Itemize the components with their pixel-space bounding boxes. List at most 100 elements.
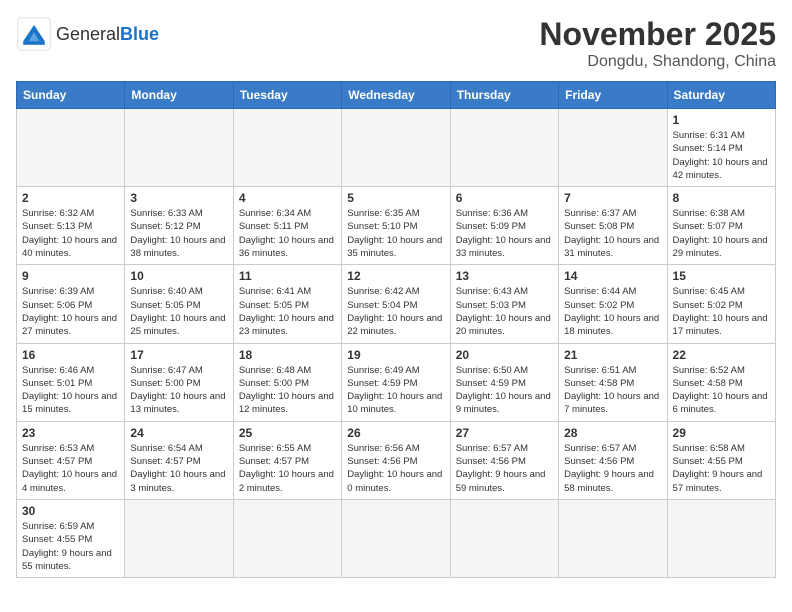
day-number: 11 xyxy=(239,269,336,283)
page-header: GeneralBlue November 2025 Dongdu, Shando… xyxy=(16,16,776,71)
day-number: 10 xyxy=(130,269,227,283)
calendar-cell: 2 Sunrise: 6:32 AMSunset: 5:13 PMDaylight… xyxy=(17,187,125,265)
calendar-cell: 4Sunrise: 6:34 AMSunset: 5:11 PMDaylight… xyxy=(233,187,341,265)
calendar: SundayMondayTuesdayWednesdayThursdayFrid… xyxy=(16,81,776,578)
day-info: Sunrise: 6:53 AMSunset: 4:57 PMDaylight:… xyxy=(22,442,119,495)
day-info: Sunrise: 6:36 AMSunset: 5:09 PMDaylight:… xyxy=(456,207,553,260)
day-info: Sunrise: 6:57 AMSunset: 4:56 PMDaylight:… xyxy=(456,442,553,495)
calendar-cell: 16Sunrise: 6:46 AMSunset: 5:01 PMDayligh… xyxy=(17,343,125,421)
calendar-cell xyxy=(125,109,233,187)
day-info: Sunrise: 6:46 AMSunset: 5:01 PMDaylight:… xyxy=(22,364,119,417)
day-number: 30 xyxy=(22,504,119,518)
day-number: 5 xyxy=(347,191,444,205)
day-number: 24 xyxy=(130,426,227,440)
day-number: 19 xyxy=(347,348,444,362)
calendar-cell: 7Sunrise: 6:37 AMSunset: 5:08 PMDaylight… xyxy=(559,187,667,265)
day-info: Sunrise: 6:52 AMSunset: 4:58 PMDaylight:… xyxy=(673,364,770,417)
day-info: Sunrise: 6:44 AMSunset: 5:02 PMDaylight:… xyxy=(564,285,661,338)
calendar-cell: 20 Sunrise: 6:50 AMSunset: 4:59 PMDayligh… xyxy=(450,343,558,421)
day-number: 17 xyxy=(130,348,227,362)
calendar-cell xyxy=(450,109,558,187)
day-info: Sunrise: 6:50 AMSunset: 4:59 PMDaylight:… xyxy=(456,364,553,417)
day-number: 22 xyxy=(673,348,770,362)
day-number: 6 xyxy=(456,191,553,205)
day-number: 13 xyxy=(456,269,553,283)
logo-icon xyxy=(16,16,52,52)
day-number: 3 xyxy=(130,191,227,205)
calendar-cell: 12 Sunrise: 6:42 AMSunset: 5:04 PMDayligh… xyxy=(342,265,450,343)
day-number: 20 xyxy=(456,348,553,362)
day-info: Sunrise: 6:42 AMSunset: 5:04 PMDaylight:… xyxy=(347,285,444,338)
calendar-cell xyxy=(667,499,775,577)
day-number: 12 xyxy=(347,269,444,283)
day-info: Sunrise: 6:43 AMSunset: 5:03 PMDaylight:… xyxy=(456,285,553,338)
calendar-cell: 22 Sunrise: 6:52 AMSunset: 4:58 PMDayligh… xyxy=(667,343,775,421)
day-info: Sunrise: 6:54 AMSunset: 4:57 PMDaylight:… xyxy=(130,442,227,495)
calendar-cell: 18Sunrise: 6:48 AMSunset: 5:00 PMDayligh… xyxy=(233,343,341,421)
calendar-cell: 17Sunrise: 6:47 AMSunset: 5:00 PMDayligh… xyxy=(125,343,233,421)
day-info: Sunrise: 6:31 AMSunset: 5:14 PMDaylight:… xyxy=(673,129,770,182)
day-info: Sunrise: 6:57 AMSunset: 4:56 PMDaylight:… xyxy=(564,442,661,495)
calendar-cell: 25 Sunrise: 6:55 AMSunset: 4:57 PMDayligh… xyxy=(233,421,341,499)
weekday-header-tuesday: Tuesday xyxy=(233,82,341,109)
logo-text: GeneralBlue xyxy=(56,25,159,43)
day-number: 26 xyxy=(347,426,444,440)
day-number: 4 xyxy=(239,191,336,205)
calendar-cell: 19 Sunrise: 6:49 AMSunset: 4:59 PMDayligh… xyxy=(342,343,450,421)
month-title: November 2025 xyxy=(539,16,776,53)
day-info: Sunrise: 6:51 AMSunset: 4:58 PMDaylight:… xyxy=(564,364,661,417)
calendar-cell: 21 Sunrise: 6:51 AMSunset: 4:58 PMDayligh… xyxy=(559,343,667,421)
calendar-cell xyxy=(342,499,450,577)
calendar-cell: 8 Sunrise: 6:38 AMSunset: 5:07 PMDaylight… xyxy=(667,187,775,265)
calendar-cell: 11Sunrise: 6:41 AMSunset: 5:05 PMDayligh… xyxy=(233,265,341,343)
calendar-cell: 26 Sunrise: 6:56 AMSunset: 4:56 PMDayligh… xyxy=(342,421,450,499)
calendar-cell xyxy=(17,109,125,187)
day-number: 21 xyxy=(564,348,661,362)
day-info: Sunrise: 6:32 AMSunset: 5:13 PMDaylight:… xyxy=(22,207,119,260)
calendar-cell xyxy=(233,499,341,577)
weekday-header-row: SundayMondayTuesdayWednesdayThursdayFrid… xyxy=(17,82,776,109)
week-row-5: 30 Sunrise: 6:59 AMSunset: 4:55 PMDayligh… xyxy=(17,499,776,577)
day-number: 14 xyxy=(564,269,661,283)
calendar-cell xyxy=(342,109,450,187)
weekday-header-saturday: Saturday xyxy=(667,82,775,109)
day-info: Sunrise: 6:48 AMSunset: 5:00 PMDaylight:… xyxy=(239,364,336,417)
calendar-cell xyxy=(450,499,558,577)
calendar-cell: 28 Sunrise: 6:57 AMSunset: 4:56 PMDayligh… xyxy=(559,421,667,499)
title-area: November 2025 Dongdu, Shandong, China xyxy=(539,16,776,71)
calendar-cell xyxy=(233,109,341,187)
calendar-cell: 9Sunrise: 6:39 AMSunset: 5:06 PMDaylight… xyxy=(17,265,125,343)
calendar-cell: 14 Sunrise: 6:44 AMSunset: 5:02 PMDayligh… xyxy=(559,265,667,343)
day-info: Sunrise: 6:55 AMSunset: 4:57 PMDaylight:… xyxy=(239,442,336,495)
week-row-2: 9Sunrise: 6:39 AMSunset: 5:06 PMDaylight… xyxy=(17,265,776,343)
calendar-cell: 15Sunrise: 6:45 AMSunset: 5:02 PMDayligh… xyxy=(667,265,775,343)
day-info: Sunrise: 6:56 AMSunset: 4:56 PMDaylight:… xyxy=(347,442,444,495)
day-info: Sunrise: 6:38 AMSunset: 5:07 PMDaylight:… xyxy=(673,207,770,260)
day-number: 23 xyxy=(22,426,119,440)
day-number: 7 xyxy=(564,191,661,205)
calendar-cell: 10 Sunrise: 6:40 AMSunset: 5:05 PMDayligh… xyxy=(125,265,233,343)
calendar-cell xyxy=(559,499,667,577)
calendar-cell: 29Sunrise: 6:58 AMSunset: 4:55 PMDayligh… xyxy=(667,421,775,499)
calendar-cell xyxy=(559,109,667,187)
calendar-cell: 27Sunrise: 6:57 AMSunset: 4:56 PMDayligh… xyxy=(450,421,558,499)
calendar-cell: 13 Sunrise: 6:43 AMSunset: 5:03 PMDayligh… xyxy=(450,265,558,343)
day-number: 2 xyxy=(22,191,119,205)
day-info: Sunrise: 6:59 AMSunset: 4:55 PMDaylight:… xyxy=(22,520,119,573)
day-number: 8 xyxy=(673,191,770,205)
weekday-header-monday: Monday xyxy=(125,82,233,109)
calendar-cell: 6 Sunrise: 6:36 AMSunset: 5:09 PMDaylight… xyxy=(450,187,558,265)
week-row-1: 2 Sunrise: 6:32 AMSunset: 5:13 PMDaylight… xyxy=(17,187,776,265)
day-info: Sunrise: 6:33 AMSunset: 5:12 PMDaylight:… xyxy=(130,207,227,260)
week-row-4: 23 Sunrise: 6:53 AMSunset: 4:57 PMDayligh… xyxy=(17,421,776,499)
location-title: Dongdu, Shandong, China xyxy=(539,53,776,71)
day-info: Sunrise: 6:39 AMSunset: 5:06 PMDaylight:… xyxy=(22,285,119,338)
calendar-cell: 23 Sunrise: 6:53 AMSunset: 4:57 PMDayligh… xyxy=(17,421,125,499)
day-number: 1 xyxy=(673,113,770,127)
day-info: Sunrise: 6:40 AMSunset: 5:05 PMDaylight:… xyxy=(130,285,227,338)
day-info: Sunrise: 6:49 AMSunset: 4:59 PMDaylight:… xyxy=(347,364,444,417)
logo: GeneralBlue xyxy=(16,16,159,52)
week-row-3: 16Sunrise: 6:46 AMSunset: 5:01 PMDayligh… xyxy=(17,343,776,421)
day-number: 25 xyxy=(239,426,336,440)
day-number: 28 xyxy=(564,426,661,440)
